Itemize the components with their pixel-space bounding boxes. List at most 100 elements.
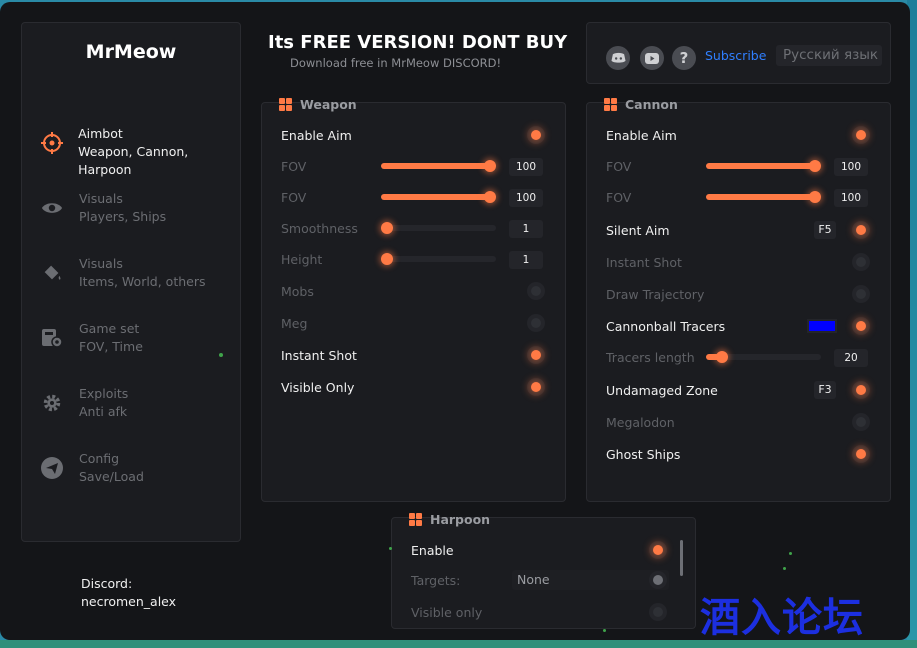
weapon-enable-aim-toggle[interactable] (527, 126, 545, 144)
weapon-fov2-slider[interactable] (381, 191, 496, 203)
height-label: Height (281, 251, 323, 267)
sidebar-item-title: Game set (79, 321, 140, 336)
fov-label: FOV (606, 189, 632, 205)
harpoon-scrollbar[interactable] (680, 540, 683, 576)
tracers-length-value[interactable]: 20 (834, 349, 868, 367)
cannon-fov2-value[interactable]: 100 (834, 189, 868, 207)
top-bar: ? Subscribe Русский язык (586, 22, 891, 84)
sidebar-item-subtitle: Players, Ships (79, 209, 167, 224)
cannon-silent-aim-toggle[interactable] (852, 221, 870, 239)
cannon-ghost-ships-toggle[interactable] (852, 445, 870, 463)
weapon-fov1-slider[interactable] (381, 160, 496, 172)
weapon-fov2-row: FOV (281, 187, 306, 207)
watermark: 酒入论坛 (700, 595, 864, 641)
weapon-smoothness-row: Smoothness (281, 218, 358, 238)
sidebar-item-title: Visuals (79, 191, 123, 206)
tracers-length-slider[interactable] (706, 351, 821, 363)
cheat-menu-window: MrMeow Aimbot Weapon, Cannon, Harpoon Vi… (0, 2, 910, 640)
cannon-header: Cannon (604, 97, 678, 112)
weapon-fov1-value[interactable]: 100 (509, 158, 543, 176)
particle (603, 629, 606, 632)
youtube-icon[interactable] (640, 46, 664, 70)
sidebar-item-title: Config (79, 451, 120, 466)
discord-username: necromen_alex (81, 594, 177, 609)
cannon-draw-trajectory-toggle[interactable] (852, 285, 870, 303)
weapon-visible-only-toggle[interactable] (527, 378, 545, 396)
weapon-mobs-row: Mobs (281, 281, 314, 301)
subscribe-link[interactable]: Subscribe (705, 48, 766, 63)
cannon-tracers-length-row: Tracers length (606, 347, 695, 367)
enable-aim-label: Enable Aim (281, 127, 352, 143)
cannon-enable-aim-toggle[interactable] (852, 126, 870, 144)
sidebar-item-visuals-world[interactable]: Visuals Items, World, others (38, 255, 206, 291)
weapon-enable-aim-row: Enable Aim (281, 125, 352, 145)
discord-label: Discord: (81, 576, 133, 591)
sidebar-item-aimbot[interactable]: Aimbot Weapon, Cannon, Harpoon (38, 125, 240, 179)
sidebar-item-subtitle: FOV, Time (79, 339, 143, 354)
undamaged-zone-label: Undamaged Zone (606, 382, 718, 398)
weapon-mobs-toggle[interactable] (527, 282, 545, 300)
harpoon-enable-toggle[interactable] (649, 541, 667, 559)
cannon-instant-shot-row: Instant Shot (606, 252, 682, 272)
cannon-tracers-toggle[interactable] (852, 317, 870, 335)
cannon-megalodon-toggle[interactable] (852, 413, 870, 431)
paint-bucket-icon (38, 259, 66, 287)
weapon-meg-toggle[interactable] (527, 314, 545, 332)
targets-label: Targets: (411, 572, 461, 588)
language-button[interactable]: Русский язык (776, 45, 882, 66)
fov-label: FOV (606, 158, 632, 174)
weapon-height-slider[interactable] (381, 253, 496, 265)
sidebar-item-subtitle: Anti afk (79, 404, 128, 419)
harpoon-panel: Harpoon Enable Targets: None Visible onl… (391, 512, 696, 629)
cannonball-tracers-label: Cannonball Tracers (606, 318, 726, 334)
cannon-undamaged-zone-toggle[interactable] (852, 381, 870, 399)
undamaged-zone-keybind[interactable]: F3 (814, 381, 836, 399)
weapon-visible-only-row: Visible Only (281, 377, 354, 397)
weapon-smoothness-value[interactable]: 1 (509, 220, 543, 238)
weapon-fov2-value[interactable]: 100 (509, 189, 543, 207)
cannon-instant-shot-toggle[interactable] (852, 253, 870, 271)
sidebar-item-game-set[interactable]: Game set FOV, Time (38, 320, 143, 356)
particle (783, 567, 786, 570)
silent-aim-keybind[interactable]: F5 (814, 221, 836, 239)
weapon-title: Weapon (300, 97, 357, 112)
harpoon-visible-only-toggle[interactable] (649, 603, 667, 621)
megalodon-label: Megalodon (606, 414, 675, 430)
crosshair-icon (38, 129, 65, 157)
draw-trajectory-label: Draw Trajectory (606, 286, 705, 302)
sidebar-item-visuals-players[interactable]: Visuals Players, Ships (38, 190, 166, 226)
game-settings-icon (38, 324, 66, 352)
sidebar-item-config[interactable]: Config Save/Load (38, 450, 144, 486)
cannon-fov2-row: FOV (606, 187, 631, 207)
harpoon-header: Harpoon (409, 512, 490, 527)
grid-icon (409, 513, 422, 526)
gear-icon (38, 389, 66, 417)
targets-select[interactable]: None (512, 570, 669, 590)
status-dot (219, 353, 223, 357)
tracer-color-swatch[interactable] (807, 319, 837, 333)
harpoon-enable-row: Enable (411, 540, 454, 560)
help-icon[interactable]: ? (672, 46, 696, 70)
weapon-panel: Weapon Enable Aim FOV 100 FOV 100 Smooth… (261, 97, 566, 502)
weapon-meg-row: Meg (281, 313, 307, 333)
header-subtitle: Download free in MrMeow DISCORD! (290, 56, 502, 70)
cannon-megalodon-row: Megalodon (606, 412, 675, 432)
sidebar-item-exploits[interactable]: Exploits Anti afk (38, 385, 128, 421)
cannon-silent-aim-row: Silent Aim (606, 220, 670, 240)
harpoon-title: Harpoon (430, 512, 491, 527)
particle (389, 547, 392, 550)
cannon-fov2-slider[interactable] (706, 191, 821, 203)
cannon-panel: Cannon Enable Aim FOV 100 FOV 100 Silent… (586, 97, 891, 502)
weapon-instant-shot-toggle[interactable] (527, 346, 545, 364)
targets-dropdown-handle[interactable] (649, 571, 667, 589)
cannon-fov1-value[interactable]: 100 (834, 158, 868, 176)
cannon-fov1-slider[interactable] (706, 160, 821, 172)
visible-only-label: Visible only (411, 604, 483, 620)
cannon-draw-trajectory-row: Draw Trajectory (606, 284, 704, 304)
discord-icon[interactable] (606, 46, 630, 70)
weapon-height-value[interactable]: 1 (509, 251, 543, 269)
weapon-fov1-row: FOV (281, 156, 306, 176)
smoothness-label: Smoothness (281, 220, 358, 236)
weapon-smoothness-slider[interactable] (381, 222, 496, 234)
sidebar: MrMeow Aimbot Weapon, Cannon, Harpoon Vi… (21, 22, 241, 542)
